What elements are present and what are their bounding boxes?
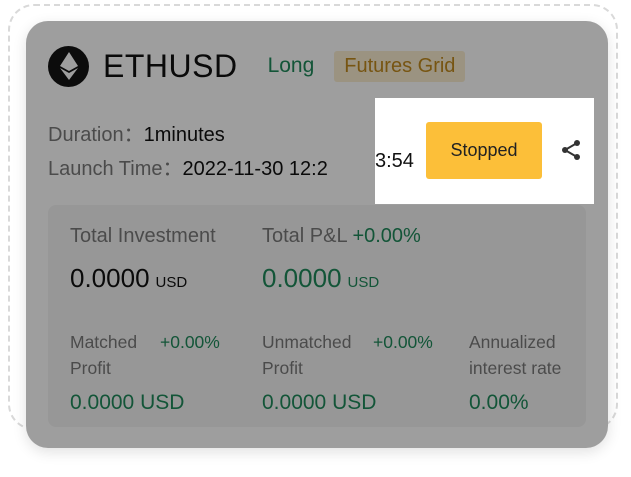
annualized-rate-label: Annualized interest rate <box>469 332 562 378</box>
symbol-title: ETHUSD <box>103 47 238 84</box>
matched-profit-label: Matched Profit +0.00% <box>70 329 240 381</box>
stage: ETHUSD Long Futures Grid Duration：1minut… <box>0 0 631 477</box>
total-investment-label: Total Investment <box>70 225 216 247</box>
duration-row: Duration：1minutes <box>48 118 225 147</box>
duration-label: Duration： <box>48 124 144 146</box>
launch-time-label: Launch Time： <box>48 158 183 180</box>
total-pnl-percent: +0.00% <box>352 225 421 247</box>
launch-time-value: 2022-11-30 12:2 <box>182 158 328 180</box>
card-header: ETHUSD Long Futures Grid <box>48 45 466 87</box>
unmatched-profit-label: Unmatched Profit +0.00% <box>262 329 452 381</box>
share-icon[interactable] <box>559 138 583 162</box>
highlighted-actions: 3:54 Stopped <box>375 98 594 204</box>
annualized-rate-value: 0.00% <box>469 391 529 414</box>
total-pnl-value: 0.0000 USD <box>262 263 380 293</box>
duration-value: 1minutes <box>143 124 225 146</box>
strategy-card: ETHUSD Long Futures Grid Duration：1minut… <box>26 21 608 448</box>
ethereum-icon <box>48 45 89 87</box>
unmatched-profit-percent: +0.00% <box>373 332 433 352</box>
matched-profit-percent: +0.00% <box>160 332 220 352</box>
matched-profit-value: 0.0000 USD <box>70 391 185 414</box>
unmatched-profit-value: 0.0000 USD <box>262 391 377 414</box>
direction-label: Long <box>267 54 315 77</box>
strategy-tag: Futures Grid <box>334 50 466 82</box>
total-investment-value: 0.0000 USD <box>70 263 188 293</box>
stats-panel: Total Investment 0.0000 USD Total P&L +0.… <box>48 205 586 427</box>
total-pnl-label: Total P&L +0.00% <box>262 225 421 247</box>
launch-time-value-tail: 3:54 <box>375 150 414 172</box>
stopped-button[interactable]: Stopped <box>426 122 542 179</box>
launch-time-row: Launch Time：2022-11-30 12:2 <box>48 152 328 181</box>
